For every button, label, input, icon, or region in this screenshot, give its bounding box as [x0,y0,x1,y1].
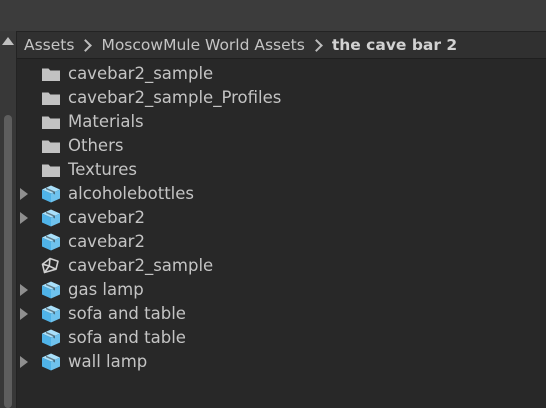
prefab-icon [41,329,61,347]
folder-icon [41,161,61,179]
asset-label: Materials [68,112,144,131]
prefab-icon [41,209,61,227]
asset-label: Textures [68,160,137,179]
folder-icon [41,65,61,83]
asset-label: alcoholebottles [68,184,194,203]
expand-arrow-icon[interactable] [20,212,28,224]
scroll-up-arrow-icon[interactable] [2,37,14,45]
asset-row[interactable]: alcoholebottles [17,182,546,206]
folder-icon [41,113,61,131]
folder-icon [41,137,61,155]
asset-row[interactable]: cavebar2 [17,230,546,254]
breadcrumb: Assets MoscowMule World Assets the cave … [17,32,546,59]
prefab-icon [41,281,61,299]
folder-row[interactable]: Others [17,134,546,158]
asset-label: wall lamp [68,352,148,371]
prefab-icon [41,233,61,251]
breadcrumb-item-moscowmule-world-assets[interactable]: MoscowMule World Assets [101,36,304,54]
folder-row[interactable]: Textures [17,158,546,182]
breadcrumb-item-assets[interactable]: Assets [24,36,74,54]
file-list: cavebar2_sample cavebar2_sample_Profiles M… [17,62,546,374]
asset-label: cavebar2 [68,208,145,227]
expand-arrow-icon[interactable] [20,356,28,368]
asset-label: cavebar2_sample_Profiles [68,88,282,107]
asset-label: Others [68,136,124,155]
top-toolbar [0,0,546,32]
asset-label: cavebar2 [68,232,145,251]
asset-label: sofa and table [68,328,186,347]
asset-label: sofa and table [68,304,186,323]
left-scrollbar[interactable] [0,31,17,408]
prefab-icon [41,353,61,371]
prefab-icon [41,185,61,203]
asset-row[interactable]: sofa and table [17,326,546,350]
folder-row[interactable]: Materials [17,110,546,134]
breadcrumb-item-current-folder[interactable]: the cave bar 2 [332,36,457,54]
expand-arrow-icon[interactable] [20,284,28,296]
folder-icon [41,89,61,107]
folder-row[interactable]: cavebar2_sample_Profiles [17,86,546,110]
asset-label: cavebar2_sample [68,64,214,83]
breadcrumb-separator-icon [309,38,323,52]
breadcrumb-separator-icon [79,38,93,52]
folder-row[interactable]: cavebar2_sample [17,62,546,86]
asset-label: gas lamp [68,280,144,299]
expand-arrow-icon[interactable] [20,188,28,200]
expand-arrow-icon[interactable] [20,308,28,320]
asset-row[interactable]: sofa and table [17,302,546,326]
asset-label: cavebar2_sample [68,256,214,275]
prefab-icon [41,305,61,323]
unity-scene-icon [41,257,61,275]
scrollbar-thumb[interactable] [4,115,12,408]
asset-row[interactable]: wall lamp [17,350,546,374]
asset-row[interactable]: gas lamp [17,278,546,302]
asset-row[interactable]: cavebar2_sample [17,254,546,278]
asset-row[interactable]: cavebar2 [17,206,546,230]
